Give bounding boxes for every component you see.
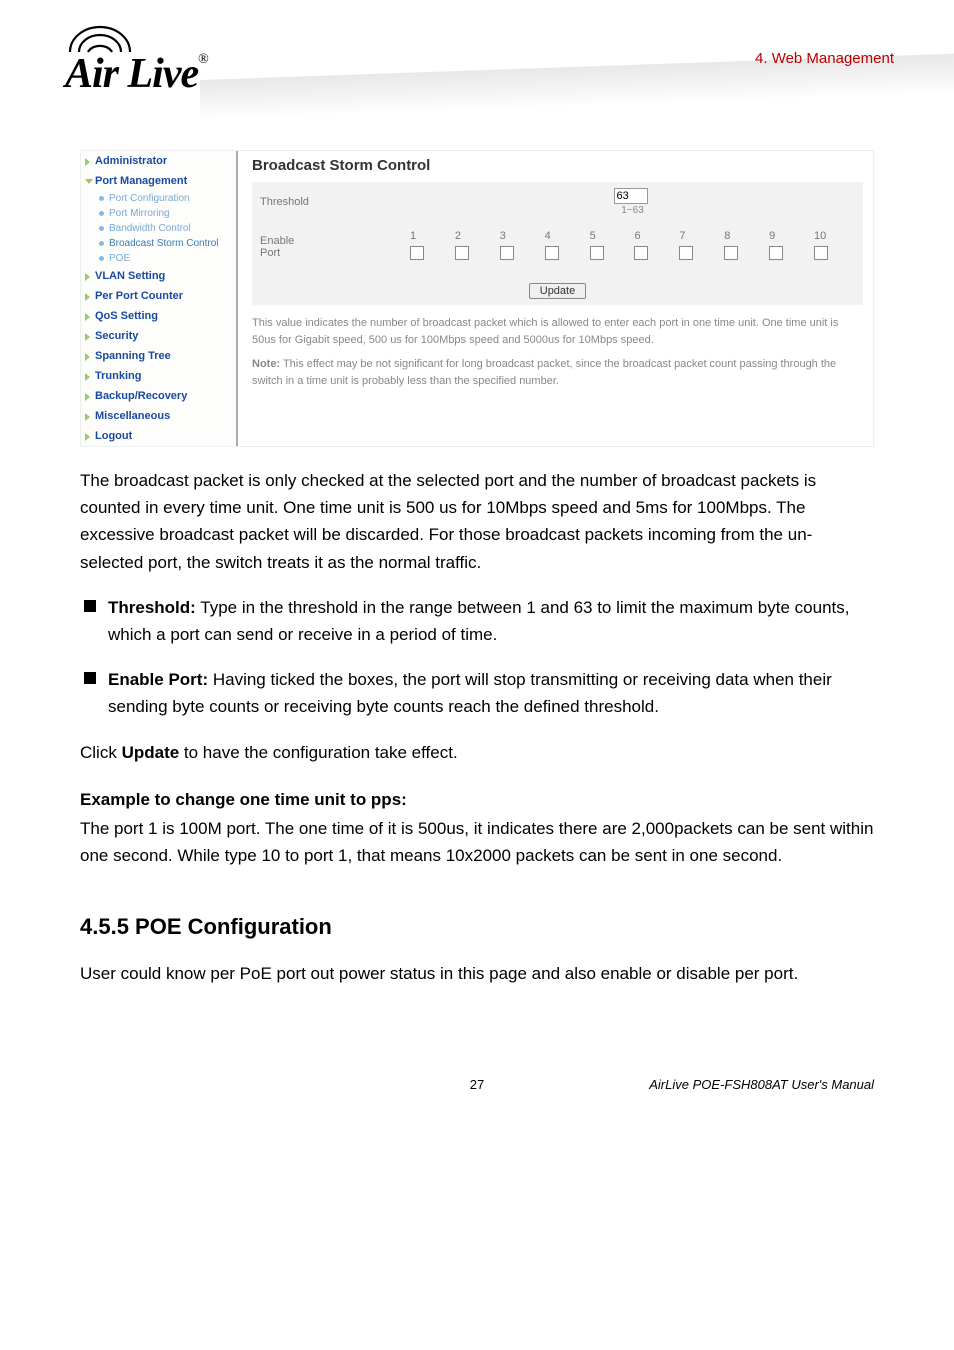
list-item: Enable Port: Having ticked the boxes, th…	[80, 666, 874, 720]
sidebar-item-per-port-counter[interactable]: Per Port Counter	[81, 286, 236, 306]
port-checkbox[interactable]	[545, 246, 559, 260]
port-num: 4	[541, 228, 586, 244]
nav-sidebar: Administrator Port Management Port Confi…	[81, 151, 238, 446]
port-num: 3	[496, 228, 541, 244]
body-text: The broadcast packet is only checked at …	[80, 467, 874, 869]
sidebar-item-qos[interactable]: QoS Setting	[81, 306, 236, 326]
example-body: The port 1 is 100M port. The one time of…	[80, 815, 874, 869]
enable-port-label: Enable Port	[252, 222, 398, 271]
sidebar-sub-poe[interactable]: POE	[81, 251, 236, 266]
threshold-cell: 1~63	[398, 182, 863, 222]
chapter-label: 4. Web Management	[755, 50, 894, 67]
port-checkbox[interactable]	[410, 246, 424, 260]
port-num: 10	[810, 228, 855, 244]
port-num: 5	[586, 228, 631, 244]
sidebar-item-trunking[interactable]: Trunking	[81, 366, 236, 386]
port-num: 1	[406, 228, 451, 244]
logo-text: Air Live®	[65, 53, 208, 95]
logo: Air Live®	[65, 25, 208, 95]
sidebar-item-spanning-tree[interactable]: Spanning Tree	[81, 346, 236, 366]
port-checkbox[interactable]	[724, 246, 738, 260]
sidebar-sub-bandwidth[interactable]: Bandwidth Control	[81, 221, 236, 236]
note-text-1: This value indicates the number of broad…	[252, 315, 863, 348]
sidebar-item-logout[interactable]: Logout	[81, 426, 236, 446]
threshold-label: Threshold	[252, 182, 398, 222]
sidebar-item-vlan[interactable]: VLAN Setting	[81, 266, 236, 286]
port-checkbox[interactable]	[500, 246, 514, 260]
sidebar-item-port-management[interactable]: Port Management	[81, 171, 236, 191]
page-footer: 27 AirLive POE-FSH808AT User's Manual	[80, 1077, 874, 1092]
port-num: 8	[720, 228, 765, 244]
port-checkbox[interactable]	[679, 246, 693, 260]
port-num: 6	[630, 228, 675, 244]
port-checkbox[interactable]	[814, 246, 828, 260]
config-screenshot: Administrator Port Management Port Confi…	[80, 150, 874, 447]
note-text-2: Note: This effect may be not significant…	[252, 356, 863, 389]
sidebar-sub-port-config[interactable]: Port Configuration	[81, 191, 236, 206]
port-checkbox[interactable]	[455, 246, 469, 260]
port-checkbox[interactable]	[769, 246, 783, 260]
paragraph: User could know per PoE port out power s…	[80, 960, 874, 987]
feature-list: Threshold: Type in the threshold in the …	[80, 594, 874, 721]
threshold-input[interactable]	[614, 188, 648, 204]
example-heading: Example to change one time unit to pps:	[80, 786, 874, 813]
port-num: 9	[765, 228, 810, 244]
panel-title: Broadcast Storm Control	[252, 157, 863, 178]
update-button[interactable]: Update	[529, 283, 586, 299]
port-num: 2	[451, 228, 496, 244]
config-table: Threshold 1~63 Enable Port 1 2 3	[252, 182, 863, 305]
main-panel: Broadcast Storm Control Threshold 1~63 E…	[238, 151, 873, 446]
port-checkbox[interactable]	[634, 246, 648, 260]
port-num: 7	[675, 228, 720, 244]
page-number: 27	[345, 1077, 610, 1092]
manual-title: AirLive POE-FSH808AT User's Manual	[609, 1077, 874, 1092]
note-block: This value indicates the number of broad…	[252, 315, 863, 389]
paragraph: Click Update to have the configuration t…	[80, 739, 874, 766]
threshold-range: 1~63	[621, 205, 644, 216]
sidebar-sub-broadcast-storm[interactable]: Broadcast Storm Control	[81, 236, 236, 251]
subsection-title: 4.5.5 POE Configuration	[80, 914, 874, 940]
logo-arcs-icon	[65, 25, 208, 53]
page-header: Air Live® 4. Web Management	[0, 0, 954, 120]
ports-cell: 1 2 3 4 5 6 7 8 9 10	[398, 222, 863, 271]
paragraph: The broadcast packet is only checked at …	[80, 467, 874, 576]
sidebar-item-security[interactable]: Security	[81, 326, 236, 346]
sidebar-item-miscellaneous[interactable]: Miscellaneous	[81, 406, 236, 426]
sidebar-item-backup-recovery[interactable]: Backup/Recovery	[81, 386, 236, 406]
list-item: Threshold: Type in the threshold in the …	[80, 594, 874, 648]
sidebar-item-administrator[interactable]: Administrator	[81, 151, 236, 171]
port-checkbox[interactable]	[590, 246, 604, 260]
subsection-body: User could know per PoE port out power s…	[80, 960, 874, 987]
sidebar-sub-port-mirroring[interactable]: Port Mirroring	[81, 206, 236, 221]
